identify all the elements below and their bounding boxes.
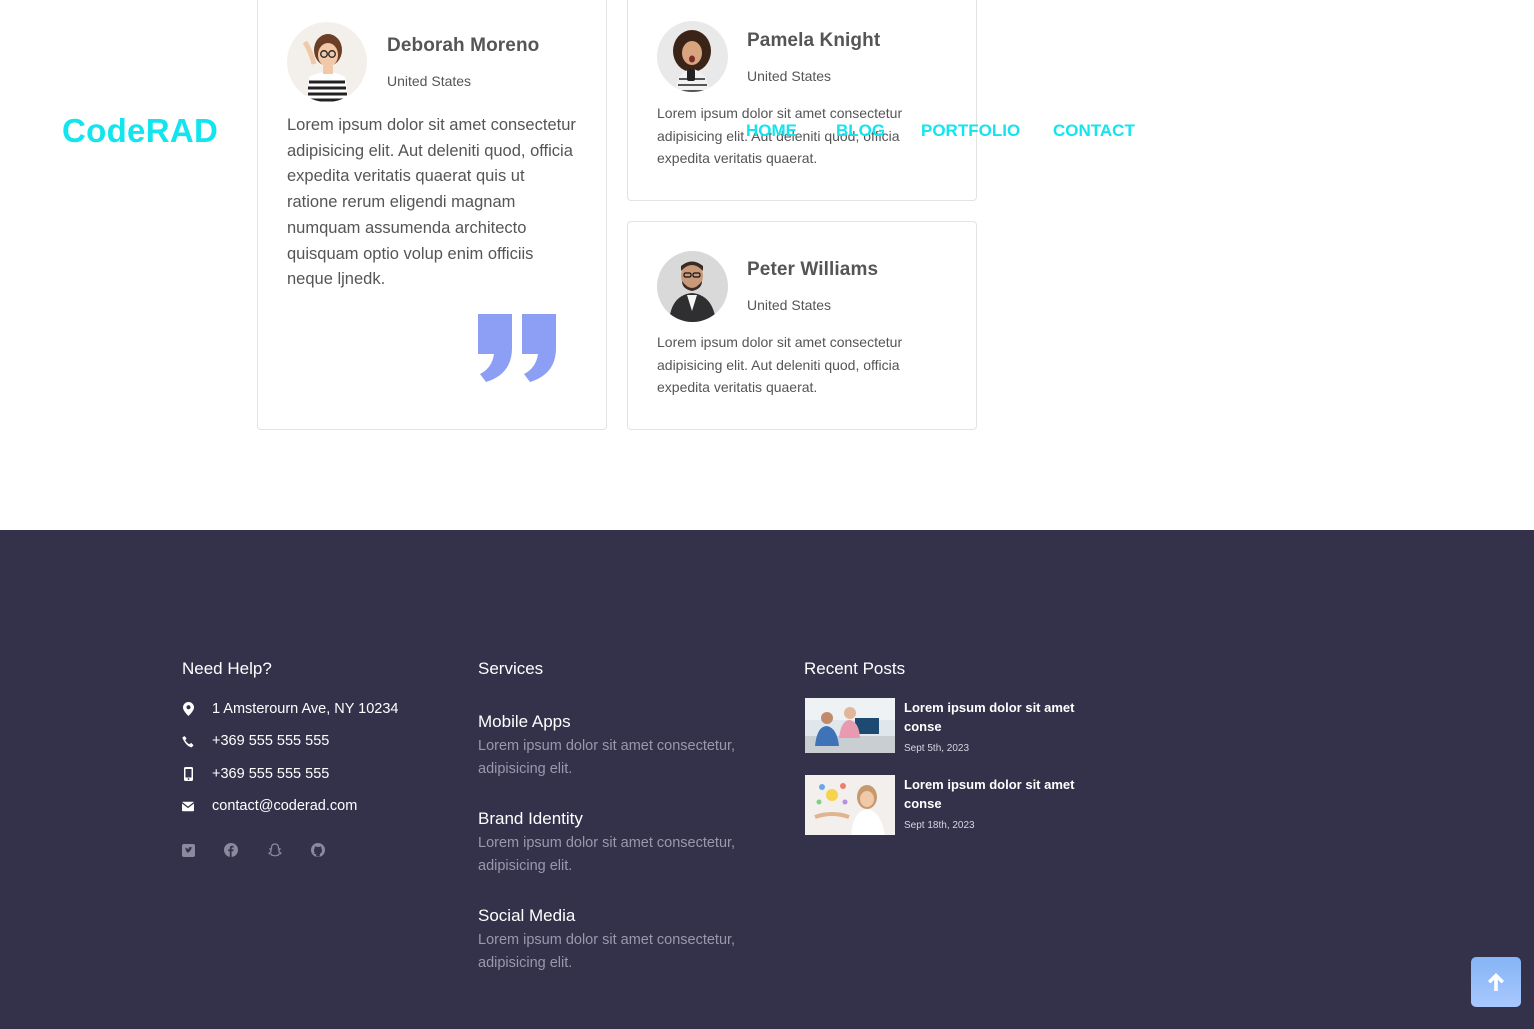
testimonial-text: Lorem ipsum dolor sit amet consectetur a… <box>657 105 903 166</box>
testimonial-location: United States <box>747 68 832 84</box>
contact-phone[interactable]: +369 555 555 555 <box>182 733 329 749</box>
post-date: Sept 18th, 2023 <box>904 820 975 831</box>
avatar-deborah <box>287 22 367 102</box>
post-title[interactable]: Lorem ipsum dolor sit amet conse <box>904 775 1079 813</box>
nav-portfolio[interactable]: PORTFOLIO <box>921 121 1020 141</box>
testimonial-text: Lorem ipsum dolor sit amet consectetur a… <box>287 116 576 289</box>
post-title[interactable]: Lorem ipsum dolor sit amet conse <box>904 698 1079 736</box>
envelope-icon <box>182 799 194 813</box>
github-icon[interactable] <box>311 843 325 857</box>
mobile-icon <box>182 767 194 781</box>
contact-phone-text[interactable]: +369 555 555 555 <box>212 733 329 749</box>
quote-icon <box>478 314 556 382</box>
testimonial-location: United States <box>387 73 472 89</box>
testimonial-location: United States <box>747 297 832 313</box>
service-title[interactable]: Brand Identity <box>478 809 583 829</box>
nav-blog[interactable]: BLOG <box>836 121 885 141</box>
footer-help-heading: Need Help? <box>182 659 272 678</box>
facebook-icon[interactable] <box>224 843 238 857</box>
contact-email-text[interactable]: contact@coderad.com <box>212 798 357 814</box>
contact-mobile-text[interactable]: +369 555 555 555 <box>212 766 329 782</box>
service-title[interactable]: Mobile Apps <box>478 712 571 732</box>
phone-icon <box>182 734 194 748</box>
footer-recent-posts-heading: Recent Posts <box>804 659 906 678</box>
contact-address-text: 1 Amsterourn Ave, NY 10234 <box>212 701 399 717</box>
service-desc: Lorem ipsum dolor sit amet consectetur, … <box>478 932 736 971</box>
service-desc: Lorem ipsum dolor sit amet consectetur, … <box>478 835 736 874</box>
arrow-up-icon <box>1488 973 1504 991</box>
testimonial-name: Deborah Moreno <box>387 35 540 56</box>
map-pin-icon <box>182 702 194 716</box>
snapchat-icon[interactable] <box>268 843 282 857</box>
testimonial-name: Peter Williams <box>747 259 879 280</box>
avatar-pamela <box>657 21 728 92</box>
contact-mobile[interactable]: +369 555 555 555 <box>182 766 329 782</box>
footer-services-heading: Services <box>478 659 544 678</box>
service-desc: Lorem ipsum dolor sit amet consectetur, … <box>478 738 736 777</box>
avatar-peter <box>657 251 728 322</box>
testimonial-name: Pamela Knight <box>747 30 881 51</box>
back-to-top-button[interactable] <box>1471 957 1521 1007</box>
nav-home[interactable]: HOME <box>746 121 797 141</box>
service-title[interactable]: Social Media <box>478 906 575 926</box>
testimonial-text: Lorem ipsum dolor sit amet consectetur a… <box>657 334 903 395</box>
post-thumbnail[interactable] <box>805 698 895 753</box>
nav-contact[interactable]: CONTACT <box>1053 121 1135 141</box>
twitter-icon[interactable] <box>181 843 195 857</box>
contact-email[interactable]: contact@coderad.com <box>182 798 357 814</box>
site-logo[interactable]: CodeRAD <box>62 112 218 150</box>
contact-address: 1 Amsterourn Ave, NY 10234 <box>182 701 398 717</box>
post-thumbnail[interactable] <box>805 775 895 835</box>
post-date: Sept 5th, 2023 <box>904 743 970 754</box>
